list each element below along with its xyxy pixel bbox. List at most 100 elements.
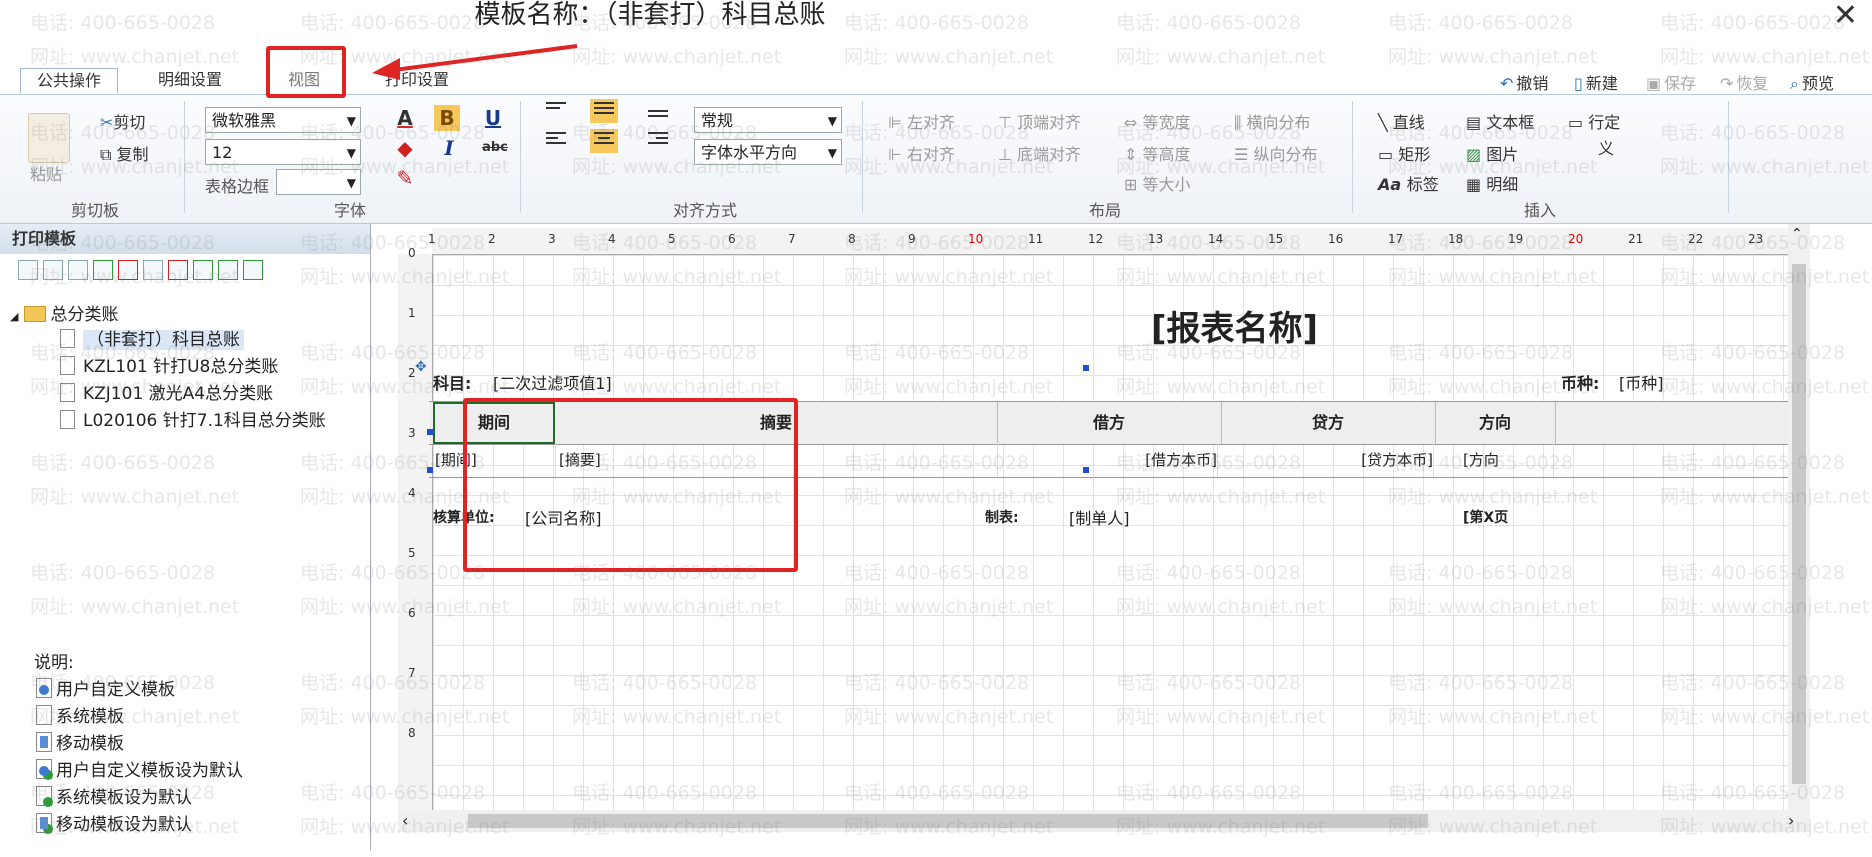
copy-button[interactable]: ⧉ 复制: [100, 141, 149, 165]
data-cell-debit[interactable]: [借方本币]: [997, 443, 1218, 477]
edit-template-icon[interactable]: [143, 260, 163, 280]
header-cell-direction[interactable]: 方向: [1435, 402, 1556, 444]
cancel-default-icon[interactable]: [118, 260, 138, 280]
resize-handle[interactable]: [1083, 467, 1089, 473]
restore-button[interactable]: ↷ 恢复: [1720, 70, 1768, 94]
cut-button[interactable]: ✂剪切: [100, 109, 145, 133]
report-title[interactable]: [报表名称]: [1151, 301, 1318, 350]
move-handle-icon[interactable]: ✥: [415, 359, 427, 375]
scroll-left-icon[interactable]: ‹: [402, 811, 408, 830]
text-style-select[interactable]: 常规 ▼: [694, 107, 842, 133]
maker-value[interactable]: [制单人]: [1069, 505, 1130, 529]
legend-label: 系统模板: [56, 707, 124, 727]
align-center-icon[interactable]: [590, 129, 618, 153]
copy-label: 复制: [116, 145, 149, 164]
tree-item[interactable]: KZL101 针打U8总分类账: [60, 352, 278, 377]
tree-item-selected[interactable]: （非套打）科目总账: [60, 325, 244, 350]
insert-line-button[interactable]: ╲ 直线: [1378, 109, 1425, 133]
resize-handle[interactable]: [427, 467, 433, 473]
layout-same-height[interactable]: ⇕ 等高度: [1124, 141, 1191, 165]
insert-fixed-line-button[interactable]: ▭ 行定: [1568, 109, 1620, 133]
mobile-template-icon: [36, 732, 52, 752]
tree-root[interactable]: ◢ 总分类账: [10, 300, 118, 325]
tree-item[interactable]: KZJ101 激光A4总分类账: [60, 379, 273, 404]
scroll-up-icon[interactable]: ⌃: [1791, 226, 1803, 242]
delete-template-icon[interactable]: [168, 260, 188, 280]
layout-distribute-horizontal[interactable]: ⫼ 横向分布: [1234, 109, 1310, 133]
layout-align-top[interactable]: ⊤ 顶端对齐: [998, 109, 1081, 133]
header-cell-debit[interactable]: 借方: [997, 402, 1222, 444]
new-template-icon[interactable]: [18, 260, 38, 280]
layout-same-width[interactable]: ⇔ 等宽度: [1124, 109, 1191, 133]
ruler-top-number: 11: [1028, 232, 1044, 246]
font-color-button[interactable]: A: [392, 105, 418, 131]
save-button[interactable]: ▣ 保存: [1646, 70, 1696, 94]
resize-handle[interactable]: [1083, 365, 1089, 371]
close-icon[interactable]: ✕: [1833, 0, 1858, 32]
vertical-scrollbar[interactable]: ⌃ ⌄: [1788, 224, 1810, 824]
ruler-top-number: 7: [788, 232, 796, 246]
header-cell-credit[interactable]: 贷方: [1221, 402, 1436, 444]
align-right-icon[interactable]: [644, 129, 672, 153]
layout-align-right[interactable]: ⊩ 右对齐: [888, 141, 955, 165]
import-template-icon[interactable]: [68, 260, 88, 280]
table-border-select[interactable]: ▼: [276, 169, 361, 195]
bold-button[interactable]: B: [434, 105, 460, 131]
paste-icon[interactable]: [28, 113, 70, 163]
new-button[interactable]: ▯ 新建: [1574, 70, 1618, 94]
save-template-icon[interactable]: [43, 260, 63, 280]
tree-item[interactable]: L020106 针打7.1科目总分类账: [60, 406, 326, 431]
insert-rect-button[interactable]: ▭ 矩形: [1378, 141, 1430, 165]
redo-icon: ↷: [1720, 74, 1734, 93]
refresh-icon[interactable]: [243, 260, 263, 280]
highlight-pen-icon[interactable]: ✎: [392, 165, 418, 191]
align-middle-icon[interactable]: [590, 99, 618, 123]
resize-handle[interactable]: [427, 429, 433, 435]
layout-distribute-vertical[interactable]: ☰ 纵向分布: [1234, 141, 1317, 165]
currency-label[interactable]: 币种:: [1561, 370, 1599, 394]
maker-label[interactable]: 制表:: [985, 507, 1019, 527]
align-left-icon[interactable]: [542, 129, 570, 153]
italic-button[interactable]: I: [436, 135, 462, 161]
ruler-top-number: 4: [608, 232, 616, 246]
undo-button[interactable]: ↶ 撤销: [1500, 70, 1548, 94]
layout-same-size[interactable]: ⊞ 等大小: [1124, 171, 1191, 195]
layout-align-bottom[interactable]: ⊥ 底端对齐: [998, 141, 1081, 165]
horizontal-scroll-thumb[interactable]: [468, 814, 1428, 828]
layout-align-left[interactable]: ⊫ 左对齐: [888, 109, 955, 133]
vertical-scroll-thumb[interactable]: [1792, 264, 1806, 784]
move-right-icon[interactable]: [218, 260, 238, 280]
align-top-icon[interactable]: [542, 99, 570, 123]
subject-label[interactable]: 科目:: [433, 370, 471, 394]
horizontal-scrollbar[interactable]: ‹ ›: [398, 810, 1810, 832]
eraser-icon[interactable]: ◆: [392, 135, 418, 161]
insert-image-button[interactable]: ▨ 图片: [1466, 141, 1518, 165]
same-size-icon: ⊞: [1124, 175, 1143, 194]
strikethrough-button[interactable]: abc: [478, 135, 512, 161]
tab-common-operations[interactable]: 公共操作: [20, 68, 118, 93]
font-size-select[interactable]: 12 ▼: [205, 139, 361, 165]
text-direction-select[interactable]: 字体水平方向 ▼: [694, 139, 842, 165]
page-number-field[interactable]: [第X页: [1463, 507, 1508, 527]
currency-value[interactable]: [币种]: [1619, 370, 1664, 394]
insert-textbox-button[interactable]: ▤ 文本框: [1466, 109, 1534, 133]
preview-button[interactable]: ⌕ 预览: [1790, 70, 1834, 94]
underline-button[interactable]: U: [480, 105, 506, 131]
table-border-label: 表格边框: [205, 177, 270, 196]
set-default-icon[interactable]: [93, 260, 113, 280]
move-left-icon[interactable]: [193, 260, 213, 280]
tab-detail-settings[interactable]: 明细设置: [140, 68, 240, 92]
user-default-icon: [36, 759, 53, 780]
insert-detail-button[interactable]: ▦ 明细: [1466, 171, 1518, 195]
layout-same-height-label: 等高度: [1142, 145, 1191, 164]
font-family-select[interactable]: 微软雅黑 ▼: [205, 107, 361, 133]
insert-image-label: 图片: [1486, 145, 1519, 164]
align-bottom-icon[interactable]: [644, 107, 672, 131]
data-cell-direction[interactable]: [方向: [1463, 443, 1554, 477]
insert-label-button[interactable]: Aa 标签: [1378, 171, 1439, 195]
layout-distribute-horizontal-label: 横向分布: [1246, 113, 1311, 132]
data-cell-credit[interactable]: [贷方本币]: [1221, 443, 1434, 477]
scroll-right-icon[interactable]: ›: [1788, 811, 1794, 830]
template-panel-title: 打印模板: [0, 224, 370, 254]
subject-value[interactable]: [二次过滤项值1]: [493, 370, 612, 394]
